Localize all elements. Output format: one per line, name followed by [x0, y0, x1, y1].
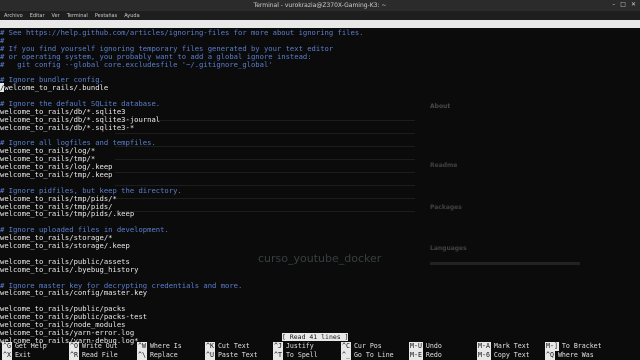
shortcut-go-to-line[interactable]: ^_ Go To Line: [341, 351, 394, 360]
shortcut-label: Mark Text: [493, 342, 530, 350]
editor-line[interactable]: welcome_to_rails/.byebug_history: [0, 265, 640, 274]
shortcut-label: Where Was: [557, 351, 594, 359]
shortcut-where-is[interactable]: ^W Where Is: [137, 342, 182, 351]
editor-line[interactable]: welcome_to_rails/db/*.sqlite3-*: [0, 123, 640, 132]
shortcut-key: ^W: [137, 342, 147, 351]
shortcut-label: Redo: [425, 351, 442, 359]
editor-line[interactable]: # Ignore all logfiles and tempfiles.: [0, 139, 640, 147]
window-title: Terminal - vurokrazia@Z370X-Gaming-K3: ~: [253, 2, 387, 9]
shortcut-label: Go To Line: [353, 351, 394, 359]
shortcut-label: Undo: [425, 342, 442, 350]
shortcut-label: Read File: [81, 351, 118, 359]
shortcut-to-bracket[interactable]: M-] To Bracket: [545, 342, 602, 351]
nano-status-message: [ Read 41 lines ]: [282, 333, 349, 341]
window-titlebar: Terminal - vurokrazia@Z370X-Gaming-K3: ~…: [0, 0, 640, 11]
minimize-icon[interactable]: –: [612, 1, 615, 8]
shortcut-label: Exit: [14, 351, 31, 359]
shortcut-key: ^X: [2, 351, 12, 360]
maximize-icon[interactable]: □: [620, 1, 626, 8]
shortcut-key: M-]: [545, 342, 559, 351]
shortcut-label: Cur Pos: [353, 342, 382, 350]
shortcut-to-spell[interactable]: ^T To Spell: [273, 351, 318, 360]
shortcut-key: ^J: [273, 342, 283, 351]
shortcut-paste-text[interactable]: ^U Paste Text: [205, 351, 258, 360]
shortcut-justify[interactable]: ^J Justify: [273, 342, 314, 351]
shortcut-cut-text[interactable]: ^K Cut Text: [205, 342, 250, 351]
shortcut-key: ^K: [205, 342, 215, 351]
editor-line[interactable]: welcome_to_rails/log/*: [0, 147, 640, 155]
shortcut-key: M-U: [409, 342, 423, 351]
shortcut-key: ^G: [2, 342, 12, 351]
shortcut-key: ^T: [273, 351, 283, 360]
shortcut-label: To Spell: [285, 351, 318, 359]
shortcut-undo[interactable]: M-U Undo: [409, 342, 442, 351]
shortcut-mark-text[interactable]: M-A Mark Text: [477, 342, 530, 351]
shortcut-key: ^R: [69, 351, 79, 360]
shortcut-key: ^Q: [545, 351, 555, 360]
shortcut-label: Justify: [285, 342, 314, 350]
shortcut-row-2: ^X Exit ^R Read File ^\ Replace ^U Paste Text ^T…: [0, 351, 640, 360]
shortcut-label: Copy Text: [493, 351, 530, 359]
menu-ver[interactable]: Ver: [52, 13, 60, 19]
terminal-menubar: Archivo Editar Ver Terminal Pestañas Ayu…: [0, 11, 640, 20]
editor-buffer[interactable]: # See https://help.github.com/articles/i…: [0, 29, 640, 345]
shortcut-key: ^_: [341, 351, 351, 360]
shortcut-copy-text[interactable]: M-6 Copy Text: [477, 351, 530, 360]
shortcut-replace[interactable]: ^\ Replace: [137, 351, 178, 360]
editor-line-text: welcome_to_rails/.bundle: [4, 83, 109, 93]
editor-line[interactable]: welcome_to_rails/tmp/pids/.keep: [0, 210, 640, 218]
shortcut-key: ^\: [137, 351, 147, 360]
shortcut-label: Replace: [149, 351, 178, 359]
shortcut-label: Where Is: [149, 342, 182, 350]
close-icon[interactable]: ✕: [631, 1, 636, 8]
shortcut-key: ^O: [69, 342, 79, 351]
menu-editar[interactable]: Editar: [30, 13, 45, 19]
shortcut-key: ^C: [341, 342, 351, 351]
shortcut-cur-pos[interactable]: ^C Cur Pos: [341, 342, 382, 351]
shortcut-key: ^U: [205, 351, 215, 360]
editor-line[interactable]: welcome_to_rails/storage/.keep: [0, 242, 640, 250]
editor-line[interactable]: welcome_to_rails/config/master.key: [0, 289, 640, 297]
shortcut-label: Cut Text: [217, 342, 250, 350]
shortcut-read-file[interactable]: ^R Read File: [69, 351, 118, 360]
nano-shortcut-bar: ^G Get Help ^O Write Out ^W Where Is ^K Cut Tex…: [0, 342, 640, 360]
menu-ayuda[interactable]: Ayuda: [124, 13, 139, 19]
shortcut-label: Write Out: [81, 342, 118, 350]
shortcut-key: M-E: [409, 351, 423, 360]
editor-line[interactable]: # See https://help.github.com/articles/i…: [0, 29, 640, 37]
shortcut-label: Get Help: [14, 342, 47, 350]
shortcut-redo[interactable]: M-E Redo: [409, 351, 442, 360]
window-controls: – □ ✕: [612, 1, 636, 8]
shortcut-key: M-6: [477, 351, 491, 360]
shortcut-get-help[interactable]: ^G Get Help: [2, 342, 47, 351]
editor-line[interactable]: # git config --global core.excludesfile …: [0, 60, 640, 69]
menu-archivo[interactable]: Archivo: [4, 13, 23, 19]
nano-header: GNU nano 4.8 .gitignore: [0, 20, 640, 44]
shortcut-label: To Bracket: [561, 342, 602, 350]
editor-line[interactable]: welcome_to_rails/tmp/.keep: [0, 171, 640, 179]
menu-pestanas[interactable]: Pestañas: [95, 13, 117, 19]
shortcut-key: M-A: [477, 342, 491, 351]
shortcut-label: Paste Text: [217, 351, 258, 359]
shortcut-where-was[interactable]: ^Q Where Was: [545, 351, 594, 360]
shortcut-row-1: ^G Get Help ^O Write Out ^W Where Is ^K Cut Tex…: [0, 342, 640, 351]
editor-line[interactable]: /welcome_to_rails/.bundle: [0, 83, 640, 93]
menu-terminal[interactable]: Terminal: [67, 13, 88, 19]
shortcut-write-out[interactable]: ^O Write Out: [69, 342, 118, 351]
shortcut-exit[interactable]: ^X Exit: [2, 351, 31, 360]
